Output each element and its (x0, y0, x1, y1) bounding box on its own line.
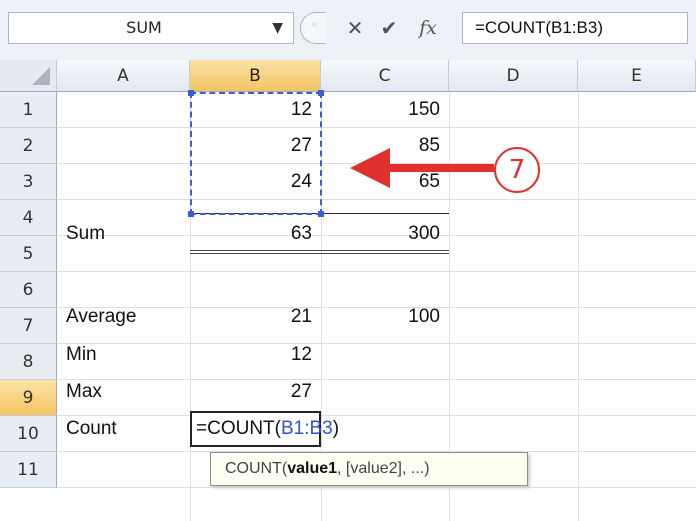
row-header-2[interactable]: 2 (0, 128, 57, 164)
row-header-10[interactable]: 10 (0, 416, 57, 452)
annotation-arrow-icon (350, 148, 494, 188)
cell-c6[interactable]: 100 (321, 299, 449, 335)
row-header-4[interactable]: 4 (0, 200, 57, 236)
worksheet-grid: A B C D E 1 2 3 4 5 6 7 8 9 10 11 12 150… (0, 0, 696, 521)
row-header-6[interactable]: 6 (0, 272, 57, 308)
column-header-d[interactable]: D (449, 60, 578, 92)
cell-a4[interactable]: Sum (57, 216, 190, 252)
cell-c4[interactable]: 300 (321, 216, 449, 252)
cell-a8[interactable]: Max (57, 374, 190, 410)
column-header-b[interactable]: B (190, 60, 321, 92)
column-header-a[interactable]: A (57, 60, 190, 92)
step-number-badge: 7 (494, 147, 540, 193)
select-all-button[interactable] (0, 60, 57, 92)
row-header-8[interactable]: 8 (0, 344, 57, 380)
cell-b6[interactable]: 21 (190, 299, 321, 335)
cell-b7[interactable]: 12 (190, 337, 321, 373)
row-header-5[interactable]: 5 (0, 236, 57, 272)
row-header-9[interactable]: 9 (0, 380, 57, 416)
column-header-e[interactable]: E (578, 60, 696, 92)
cell-b8[interactable]: 27 (190, 374, 321, 410)
cell-b4[interactable]: 63 (190, 216, 321, 252)
range-reference-marquee (188, 90, 324, 217)
cell-a9[interactable]: Count (57, 411, 190, 447)
sum-double-border (190, 250, 449, 254)
row-header-7[interactable]: 7 (0, 308, 57, 344)
row-header-1[interactable]: 1 (0, 92, 57, 128)
cell-edit-text[interactable]: =COUNT(B1:B3) (196, 411, 339, 447)
cell-a7[interactable]: Min (57, 337, 190, 373)
argument-highlight: value1 (287, 460, 338, 477)
function-tooltip: COUNT(value1, [value2], ...) (210, 452, 528, 486)
row-header-11[interactable]: 11 (0, 452, 57, 488)
cell-a6[interactable]: Average (57, 299, 190, 335)
range-reference: B1:B3 (280, 418, 333, 439)
row-header-3[interactable]: 3 (0, 164, 57, 200)
column-header-c[interactable]: C (321, 60, 449, 92)
cell-c1[interactable]: 150 (321, 92, 449, 128)
